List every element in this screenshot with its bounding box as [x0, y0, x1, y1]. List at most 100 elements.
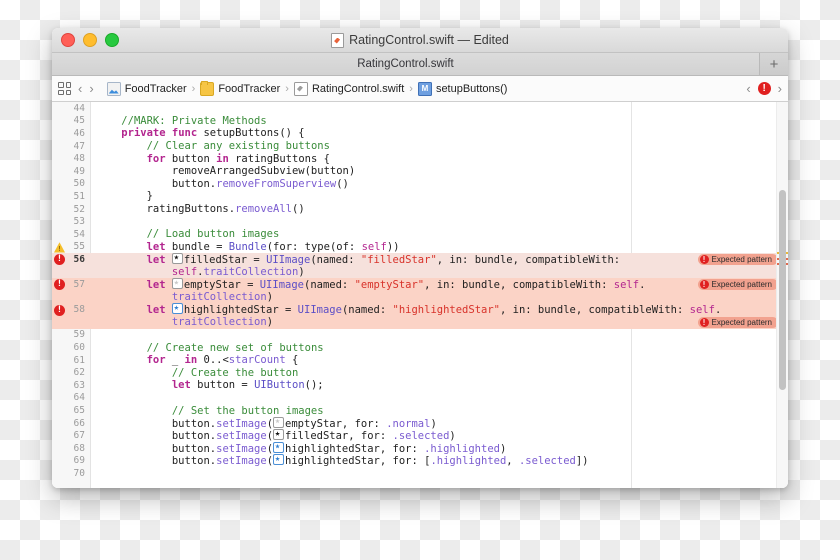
breadcrumb-item-2[interactable]: FoodTracker — [200, 80, 281, 96]
star-image-token-icon — [171, 278, 183, 290]
line-number: 47 — [73, 140, 85, 152]
previous-issue-button[interactable]: ‹ — [746, 82, 750, 95]
code-line[interactable]: traitCollection)! Expected pattern — [52, 316, 788, 329]
code-line[interactable]: 47 // Clear any existing buttons — [52, 140, 788, 153]
error-marker-icon[interactable]: ! — [54, 304, 65, 316]
code-token: let — [146, 279, 172, 292]
code-line[interactable]: 58! let highlightedStar = UIImage(named:… — [52, 303, 788, 317]
code-line[interactable]: 67 button.setImage(filledStar, for: .sel… — [52, 429, 788, 442]
code-text: button.removeFromSuperview() — [96, 178, 349, 190]
window-title: RatingControl.swift — Edited — [52, 32, 788, 48]
source-editor[interactable]: 44 45 //MARK: Private Methods 46 private f… — [52, 102, 788, 488]
line-number: 69 — [73, 455, 85, 467]
code-line[interactable]: 45 //MARK: Private Methods — [52, 115, 788, 128]
code-token: removeFromSuperview — [216, 177, 337, 190]
code-content[interactable]: 44 45 //MARK: Private Methods 46 private f… — [52, 102, 788, 488]
code-line[interactable]: 50 button.removeFromSuperview() — [52, 178, 788, 191]
code-token: .highlighted — [430, 455, 507, 468]
breadcrumb-item-3[interactable]: RatingControl.swift — [293, 81, 404, 96]
line-number: 45 — [73, 115, 85, 127]
code-text: traitCollection) — [96, 291, 273, 303]
grid-cell — [65, 82, 71, 88]
code-line[interactable]: 62 // Create the button — [52, 366, 788, 379]
next-issue-button[interactable]: › — [778, 82, 782, 95]
inline-error-badge[interactable]: ! Expected pattern — [697, 316, 778, 329]
breadcrumb-separator: › — [409, 82, 413, 95]
method-icon: M — [417, 81, 432, 96]
code-token: // Load button images — [146, 228, 280, 241]
line-number: 62 — [73, 367, 85, 379]
editor-tabbar: RatingControl.swift + — [52, 53, 788, 76]
code-token: for — [146, 354, 172, 367]
code-token: "highlightedStar" — [392, 304, 500, 317]
code-token: removeArrangedSubview(button) — [171, 165, 356, 178]
code-line[interactable]: 66 button.setImage(emptyStar, for: .norm… — [52, 416, 788, 430]
code-line[interactable]: 60 // Create new set of buttons — [52, 341, 788, 354]
code-token: traitCollection — [203, 266, 299, 279]
code-token: ratingButtons { — [235, 152, 330, 165]
code-line[interactable]: 52 ratingButtons.removeAll() — [52, 203, 788, 216]
line-number: 44 — [73, 102, 85, 114]
code-token: in — [184, 354, 204, 367]
code-token: .selected — [518, 455, 576, 468]
code-line[interactable]: 49 removeArrangedSubview(button) — [52, 165, 788, 178]
code-token: starCount — [228, 354, 286, 367]
code-line[interactable]: 44 — [52, 102, 788, 115]
line-number: 54 — [73, 228, 85, 240]
code-line[interactable]: 61 for _ in 0..<starCount { — [52, 354, 788, 367]
code-token: ) — [266, 316, 274, 329]
code-line[interactable]: 64 — [52, 392, 788, 405]
issue-count-badge[interactable]: ! — [757, 82, 771, 95]
code-line[interactable]: 70 — [52, 467, 788, 480]
breadcrumb-label: FoodTracker — [218, 82, 281, 95]
error-icon: ! — [699, 317, 709, 327]
code-line[interactable]: 63 let button = UIButton(); — [52, 379, 788, 392]
tab-ratingcontrol-swift[interactable]: RatingControl.swift — [52, 53, 760, 75]
code-line[interactable]: 51 } — [52, 190, 788, 203]
code-line[interactable]: 56! let filledStar = UIImage(named: "fil… — [52, 252, 788, 266]
code-line[interactable]: 65 // Set the button images — [52, 404, 788, 417]
code-text: } — [96, 190, 153, 202]
code-text: for button in ratingButtons { — [96, 153, 330, 165]
inline-error-badge[interactable]: ! Expected pattern — [697, 253, 778, 266]
code-token: .selected — [392, 430, 450, 443]
code-line[interactable]: 46 private func setupButtons() { — [52, 127, 788, 140]
breadcrumb-item-4[interactable]: MsetupButtons() — [417, 81, 507, 96]
line-number: 68 — [73, 442, 85, 454]
code-token: button = — [197, 379, 255, 392]
breadcrumb-separator: › — [285, 82, 289, 95]
code-token: , in: bundle, compatibleWith: — [424, 279, 614, 292]
code-token: let — [146, 253, 172, 266]
code-token: // Set the button images — [171, 404, 324, 417]
code-token: self — [689, 304, 715, 317]
code-line[interactable]: 59 — [52, 329, 788, 342]
forward-button[interactable]: › — [89, 82, 93, 95]
code-line[interactable]: 68 button.setImage(highlightedStar, for:… — [52, 441, 788, 455]
code-line[interactable]: 57! let emptyStar = UIImage(named: "empt… — [52, 278, 788, 291]
star-image-token-icon — [171, 303, 183, 315]
code-line[interactable]: traitCollection) — [52, 290, 788, 304]
code-token: ) — [449, 430, 456, 443]
code-token: Bundle — [228, 240, 267, 253]
code-line[interactable]: 54 // Load button images — [52, 228, 788, 241]
related-items-icon[interactable] — [58, 82, 71, 95]
add-tab-button[interactable]: + — [760, 53, 788, 75]
code-line[interactable]: 55! let bundle = Bundle(for: type(of: se… — [52, 240, 788, 254]
code-line[interactable]: 48 for button in ratingButtons { — [52, 152, 788, 165]
code-line[interactable]: 53 — [52, 215, 788, 228]
code-token: UIImage — [297, 304, 342, 317]
code-token: 0..< — [203, 354, 229, 367]
code-line[interactable]: self.traitCollection) — [52, 265, 788, 279]
line-number: 50 — [73, 178, 85, 190]
code-line[interactable]: 69 button.setImage(highlightedStar, for:… — [52, 454, 788, 468]
code-token: button. — [171, 430, 217, 443]
inline-error-badge[interactable]: ! Expected pattern — [697, 278, 778, 291]
vertical-scrollbar-thumb[interactable] — [779, 190, 786, 390]
code-token: () — [292, 203, 305, 216]
back-button[interactable]: ‹ — [78, 82, 82, 95]
code-token: setImage — [216, 430, 267, 443]
breadcrumb-item-1[interactable]: FoodTracker — [106, 81, 187, 96]
code-token: "filledStar" — [360, 253, 437, 266]
code-text: self.traitCollection) — [96, 266, 305, 278]
code-token: .highlighted — [424, 442, 500, 455]
